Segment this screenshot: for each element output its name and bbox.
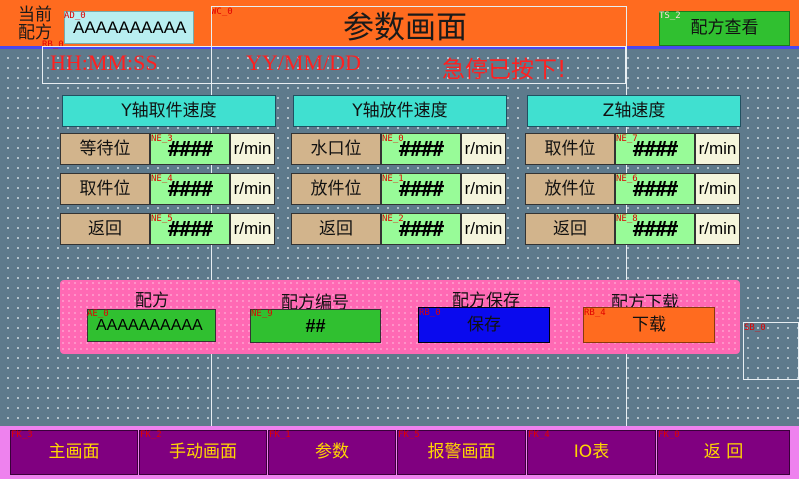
parameter-label: 返回 [60, 213, 150, 245]
current-recipe-label: 当前配方 [18, 5, 52, 43]
object-tag: NE_0 [382, 134, 404, 144]
object-tag: FK_0 [658, 430, 680, 440]
object-tag: NE_2 [382, 214, 404, 224]
parameter-label: 等待位 [60, 133, 150, 165]
recipe-name-header: 配方 [135, 291, 169, 311]
unit-label: r/min [461, 213, 506, 245]
unit-label: r/min [230, 213, 275, 245]
object-tag: SB_0 [744, 323, 766, 333]
object-tag: FK_4 [528, 430, 550, 440]
unit-label: r/min [695, 173, 740, 205]
object-tag: NE_1 [382, 174, 404, 184]
column-header: Z轴速度 [527, 95, 741, 127]
unit-label: r/min [461, 173, 506, 205]
object-tag: FK_3 [11, 430, 33, 440]
parameter-label: 取件位 [525, 133, 615, 165]
object-tag: RB_0 [419, 308, 441, 318]
object-tag: FK_2 [140, 430, 162, 440]
object-tag: NE_5 [151, 214, 173, 224]
parameter-label: 返回 [525, 213, 615, 245]
object-tag: NE_6 [616, 174, 638, 184]
status-frame [42, 46, 626, 84]
parameter-label: 水口位 [291, 133, 381, 165]
object-tag: FK_1 [269, 430, 291, 440]
unit-label: r/min [230, 173, 275, 205]
object-tag: AE_0 [87, 309, 109, 319]
object-tag: NE_8 [616, 214, 638, 224]
object-tag: TS_2 [659, 11, 681, 21]
unit-label: r/min [695, 133, 740, 165]
object-tag: NE_4 [151, 174, 173, 184]
parameter-label: 返回 [291, 213, 381, 245]
object-tag: NE_7 [616, 134, 638, 144]
object-tag: RB_4 [584, 308, 606, 318]
unit-label: r/min [461, 133, 506, 165]
object-tag: NE_9 [251, 309, 273, 319]
parameter-label: 放件位 [525, 173, 615, 205]
column-header: Y轴取件速度 [62, 95, 276, 127]
parameter-label: 取件位 [60, 173, 150, 205]
parameter-label: 放件位 [291, 173, 381, 205]
unit-label: r/min [230, 133, 275, 165]
unit-label: r/min [695, 213, 740, 245]
column-header: Y轴放件速度 [293, 95, 507, 127]
object-tag: AD_0 [64, 11, 86, 21]
object-tag: NE_3 [151, 134, 173, 144]
object-tag: FK_5 [398, 430, 420, 440]
